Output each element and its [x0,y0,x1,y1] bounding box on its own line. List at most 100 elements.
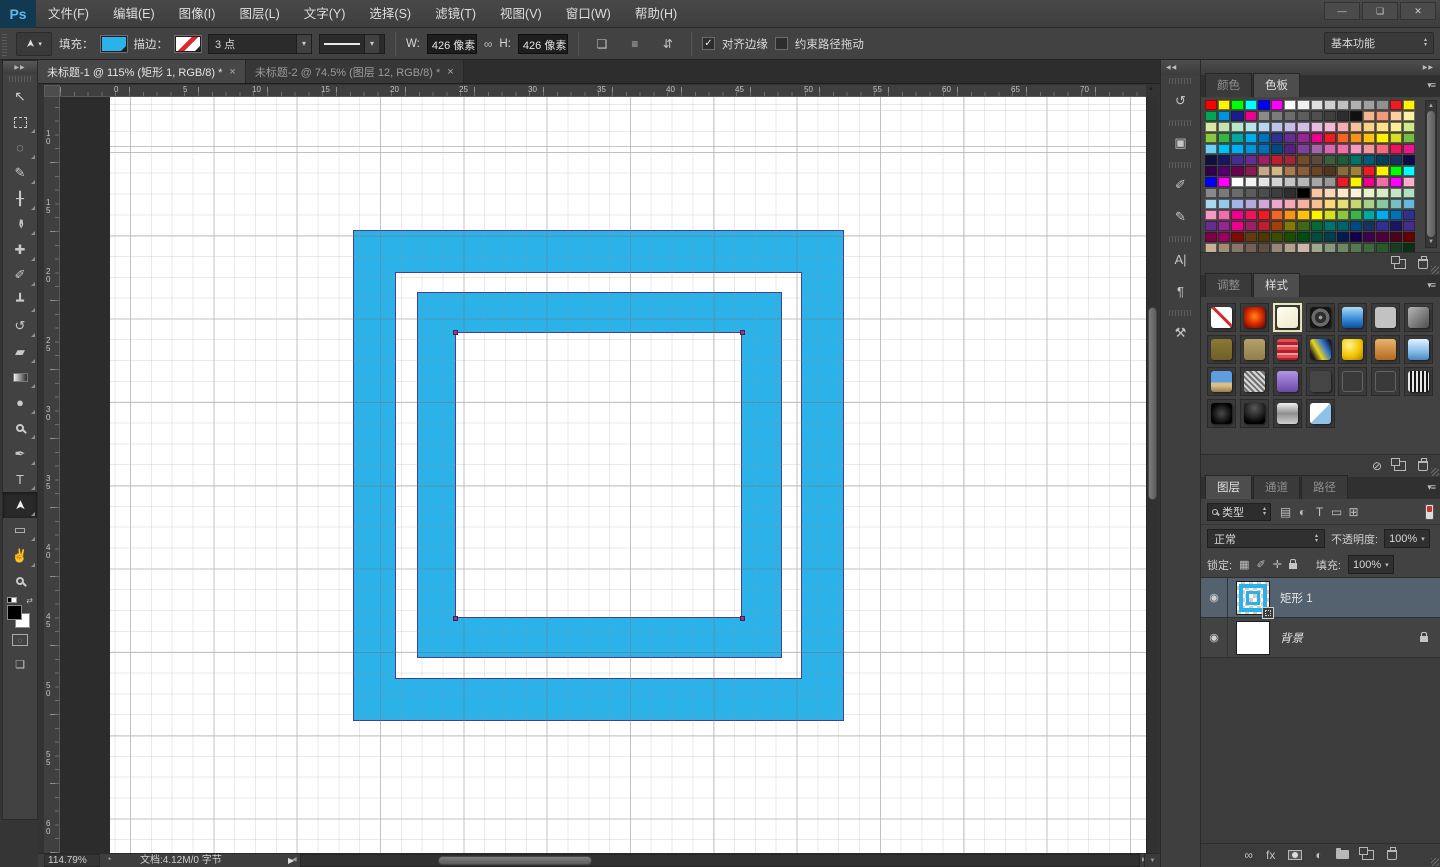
color-swatch[interactable] [1231,100,1243,110]
color-swatch[interactable] [1271,221,1283,231]
color-swatch[interactable] [1390,122,1402,132]
menu-item[interactable]: 帮助(H) [623,0,689,28]
swatches-scrollbar[interactable]: ▲ ▼ [1425,100,1437,248]
color-swatch[interactable] [1337,221,1349,231]
type-tool[interactable]: T [3,467,37,493]
menu-item[interactable]: 窗口(W) [554,0,623,28]
align-edges-checkbox[interactable]: ✓ [702,37,715,50]
color-swatch[interactable] [1205,144,1217,154]
color-swatch[interactable] [1324,243,1336,252]
lock-pixels-icon[interactable]: ✐ [1256,558,1265,571]
color-swatch[interactable] [1324,210,1336,220]
opacity-dropdown[interactable]: 100% ▾ [1384,529,1430,548]
color-swatch[interactable] [1390,133,1402,143]
color-swatch[interactable] [1337,232,1349,242]
color-swatch[interactable] [1403,144,1415,154]
color-swatch[interactable] [1258,232,1270,242]
close-tab-icon[interactable]: × [229,66,235,78]
color-swatch[interactable] [1337,100,1349,110]
color-swatch[interactable] [1376,232,1388,242]
color-swatch[interactable] [1258,210,1270,220]
color-swatch[interactable] [1284,133,1296,143]
scroll-up-icon[interactable]: ▲ [1428,103,1434,109]
layer-row[interactable]: ◉背景 [1201,618,1440,658]
color-swatch[interactable] [1403,232,1415,242]
gradient-tool[interactable] [3,365,37,391]
color-swatch[interactable] [1297,133,1309,143]
style-khaki[interactable] [1240,335,1269,364]
color-swatch[interactable] [1271,188,1283,198]
color-swatch[interactable] [1205,188,1217,198]
new-swatch-icon[interactable] [1394,259,1406,269]
layer-filter-type-dropdown[interactable]: 类型 ▴▾ [1207,503,1271,521]
restore-button[interactable]: ❏ [1362,2,1398,20]
color-swatch[interactable] [1311,199,1323,209]
color-swatch[interactable] [1324,155,1336,165]
style-abstract[interactable] [1306,335,1335,364]
clone-stamp-tool[interactable]: ┻ [3,288,37,314]
color-swatch[interactable] [1297,122,1309,132]
color-swatch[interactable] [1245,232,1257,242]
panel-tab-图层[interactable]: 图层 [1205,475,1252,499]
color-swatch[interactable] [1271,133,1283,143]
color-swatch[interactable] [1205,210,1217,220]
new-group-icon[interactable] [1336,850,1349,859]
color-swatch[interactable] [1218,133,1230,143]
style-cream-selected[interactable] [1273,303,1302,332]
style-red-glow[interactable] [1240,303,1269,332]
color-swatch[interactable] [1297,210,1309,220]
color-swatch[interactable] [1376,210,1388,220]
color-swatch[interactable] [1258,111,1270,121]
dock-expand-button[interactable]: ◀◀ [1161,60,1200,75]
color-swatch[interactable] [1350,177,1362,187]
dodge-tool[interactable] [3,416,37,442]
color-swatch[interactable] [1363,221,1375,231]
panel-tab-路径[interactable]: 路径 [1301,475,1348,499]
color-swatch[interactable] [1218,199,1230,209]
color-swatch[interactable] [1245,221,1257,231]
color-swatch[interactable] [1231,144,1243,154]
color-swatch[interactable] [1390,111,1402,121]
color-swatch[interactable] [1231,243,1243,252]
color-swatch[interactable] [1284,100,1296,110]
color-swatch[interactable] [1205,243,1217,252]
style-dark-rings[interactable] [1306,303,1335,332]
color-swatch[interactable] [1390,210,1402,220]
color-swatch[interactable] [1363,188,1375,198]
color-swatch[interactable] [1324,111,1336,121]
new-style-icon[interactable] [1394,461,1406,471]
color-swatch[interactable] [1297,144,1309,154]
style-none[interactable] [1207,303,1236,332]
color-swatch[interactable] [1311,100,1323,110]
filter-pixel-layers-icon[interactable]: ▤ [1277,505,1294,519]
color-swatch[interactable] [1297,232,1309,242]
color-swatch[interactable] [1363,133,1375,143]
color-swatch[interactable] [1311,210,1323,220]
path-selection-tool[interactable]: ➤ [3,492,37,518]
color-swatch[interactable] [1350,100,1362,110]
style-gray-fade[interactable] [1404,303,1433,332]
color-swatch[interactable] [1218,177,1230,187]
horizontal-ruler[interactable]: 0510152025303540455055606570 [60,85,1146,97]
horizontal-scrollbar-thumb[interactable] [438,856,592,865]
dock-tool-presets-panel-button[interactable]: ⚒ [1161,317,1200,349]
color-swatch[interactable] [1350,232,1362,242]
path-anchor-point[interactable] [453,616,458,621]
pen-tool[interactable]: ✒ [3,441,37,467]
color-swatch[interactable] [1205,232,1217,242]
color-swatch[interactable] [1218,188,1230,198]
color-swatch[interactable] [1231,122,1243,132]
color-swatch[interactable] [1271,166,1283,176]
color-swatch[interactable] [1350,155,1362,165]
color-swatch[interactable] [1363,122,1375,132]
filter-smart-objects-icon[interactable]: ⊞ [1345,505,1362,519]
color-swatch[interactable] [1245,133,1257,143]
panel-tab-颜色[interactable]: 颜色 [1205,73,1252,97]
color-swatch[interactable] [1311,188,1323,198]
color-swatch[interactable] [1231,133,1243,143]
menu-item[interactable]: 视图(V) [488,0,554,28]
color-swatch[interactable] [1205,111,1217,121]
style-empty-1[interactable] [1338,367,1367,396]
color-swatch[interactable] [1350,122,1362,132]
color-swatch[interactable] [1231,221,1243,231]
